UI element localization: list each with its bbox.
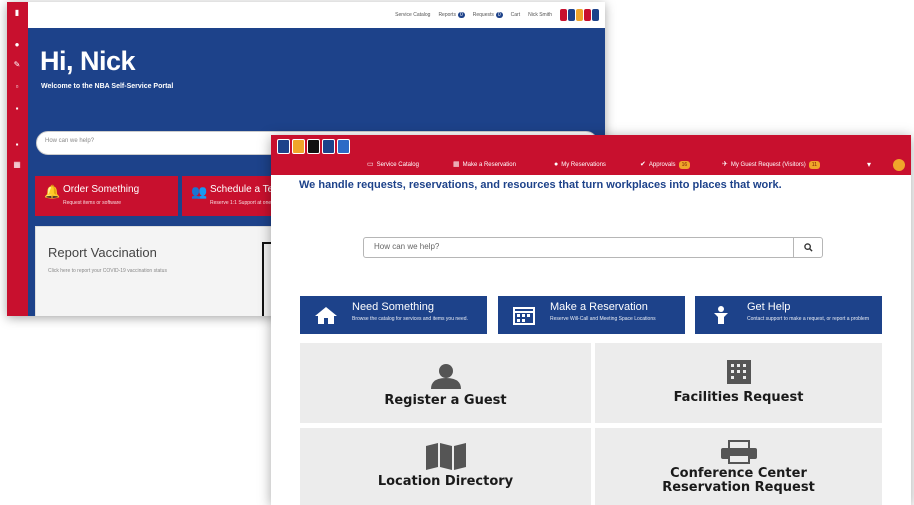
nba-logo-icon: ▮	[14, 8, 20, 17]
check-icon: ✔	[640, 161, 646, 168]
greeting-heading: Hi, Nick	[40, 46, 136, 76]
get-help-card[interactable]: Get Help Contact support to make a reque…	[695, 296, 882, 334]
back-link-label: Reports	[438, 12, 456, 18]
card-title: Order Something	[63, 184, 140, 195]
tile-title-line2: Reservation Request	[662, 480, 815, 495]
left-sidebar: ▮ ● ✎ ▫ ▪ ▪ ▦	[7, 2, 28, 316]
people-icon: 👥	[191, 184, 208, 199]
nav-label: My Reservations	[561, 162, 606, 168]
chevron-down-icon[interactable]: ▾	[867, 155, 871, 175]
building-icon	[726, 360, 751, 384]
nav-my-reservations[interactable]: ● My Reservations	[554, 155, 606, 175]
back-top-links: Service Catalog Reports 0 Requests 0 Cart …	[28, 2, 605, 28]
person-icon	[430, 364, 461, 389]
top-navbar: ▭ Service Catalog ▦ Make a Reservation ●…	[271, 155, 911, 175]
map-icon	[425, 443, 466, 470]
cart-icon: ▭	[367, 161, 374, 168]
front-search-box	[363, 237, 823, 258]
card-title: Get Help	[747, 301, 791, 313]
card-subtitle: Browse the catalog for services and item…	[352, 316, 468, 322]
count-badge: 0	[495, 12, 503, 18]
tile-title: Location Directory	[377, 474, 514, 489]
home-icon	[315, 307, 337, 324]
nav-label: Make a Reservation	[462, 162, 516, 168]
plane-icon: ✈	[722, 161, 728, 168]
bell-icon: 🔔	[44, 184, 61, 199]
location-directory-tile[interactable]: Location Directory	[300, 428, 591, 505]
tagline: We handle requests, reservations, and re…	[299, 179, 782, 191]
tile-title: Facilities Request	[673, 390, 804, 405]
nav-label: My Guest Request (Visitors)	[730, 162, 806, 168]
make-reservation-card[interactable]: Make a Reservation Reserve Will-Call and…	[498, 296, 685, 334]
vaccination-title: Report Vaccination	[48, 245, 157, 260]
team-logos	[277, 139, 350, 154]
search-input[interactable]	[364, 238, 798, 255]
card-subtitle: Reserve Will-Call and Meeting Space Loca…	[550, 316, 656, 322]
back-link-requests[interactable]: Requests 0	[473, 12, 503, 18]
grid-icon[interactable]: ▦	[12, 160, 22, 170]
calendar-icon: ▦	[453, 161, 460, 168]
info-icon[interactable]: ●	[12, 40, 22, 50]
nav-make-reservation[interactable]: ▦ Make a Reservation	[453, 155, 516, 175]
register-guest-tile[interactable]: Register a Guest	[300, 343, 591, 423]
back-link-label: Requests	[472, 12, 494, 18]
avatar[interactable]	[893, 159, 905, 171]
team-logos	[560, 9, 599, 21]
count-badge: 0	[457, 12, 465, 18]
need-something-card[interactable]: Need Something Browse the catalog for se…	[300, 296, 487, 334]
nav-label: Approvals	[648, 162, 676, 168]
logo-bar	[271, 135, 911, 155]
list-icon[interactable]: ▪	[12, 140, 22, 150]
pin-icon: ●	[554, 161, 559, 168]
back-link-reports[interactable]: Reports 0	[438, 12, 465, 18]
back-link-service-catalog[interactable]: Service Catalog	[395, 12, 430, 18]
back-link-user[interactable]: Nick Smith	[528, 12, 552, 18]
order-something-card[interactable]: 🔔 Order Something Request items or softw…	[35, 176, 178, 216]
calendar-icon	[513, 307, 535, 325]
approvals-badge: 16	[678, 161, 691, 169]
card-subtitle: Contact support to make a request, or re…	[747, 316, 870, 322]
search-button[interactable]	[793, 238, 822, 257]
nav-service-catalog[interactable]: ▭ Service Catalog	[367, 155, 419, 175]
back-link-label: Service Catalog	[395, 12, 431, 18]
edit-icon[interactable]: ✎	[12, 60, 22, 70]
tile-title: Conference Center	[670, 466, 807, 481]
tech-bar-card[interactable]: 👥 Schedule a Tech Bar App Reserve 1:1 Su…	[182, 176, 322, 216]
nav-guest-request[interactable]: ✈ My Guest Request (Visitors) 11	[722, 155, 820, 175]
card-subtitle: Request items or software	[63, 200, 122, 206]
card-title: Need Something	[352, 301, 434, 313]
conference-center-tile[interactable]: Conference Center Reservation Request	[595, 428, 882, 505]
back-link-cart[interactable]: Cart	[511, 12, 520, 18]
person-help-icon	[714, 306, 728, 324]
doc-icon[interactable]: ▪	[12, 104, 22, 114]
facilities-request-tile[interactable]: Facilities Request	[595, 343, 882, 423]
back-link-label: Nick Smith	[528, 12, 552, 18]
nav-label: Service Catalog	[376, 162, 419, 168]
tile-title: Register a Guest	[384, 393, 507, 408]
search-icon	[803, 243, 813, 252]
report-vaccination-card[interactable]: Report Vaccination Click here to report …	[35, 226, 277, 316]
back-search-placeholder: How can we help?	[45, 138, 95, 144]
back-link-label: Cart	[510, 12, 521, 18]
printer-icon	[720, 440, 757, 464]
nav-approvals[interactable]: ✔ Approvals 16	[640, 155, 691, 175]
vaccination-subtitle: Click here to report your COVID-19 vacci…	[48, 268, 167, 274]
front-portal-window: ▭ Service Catalog ▦ Make a Reservation ●…	[271, 135, 911, 505]
guest-badge: 11	[808, 161, 820, 169]
card-title: Make a Reservation	[550, 301, 648, 313]
welcome-text: Welcome to the NBA Self-Service Portal	[41, 83, 174, 90]
bookmark-icon[interactable]: ▫	[12, 82, 22, 92]
